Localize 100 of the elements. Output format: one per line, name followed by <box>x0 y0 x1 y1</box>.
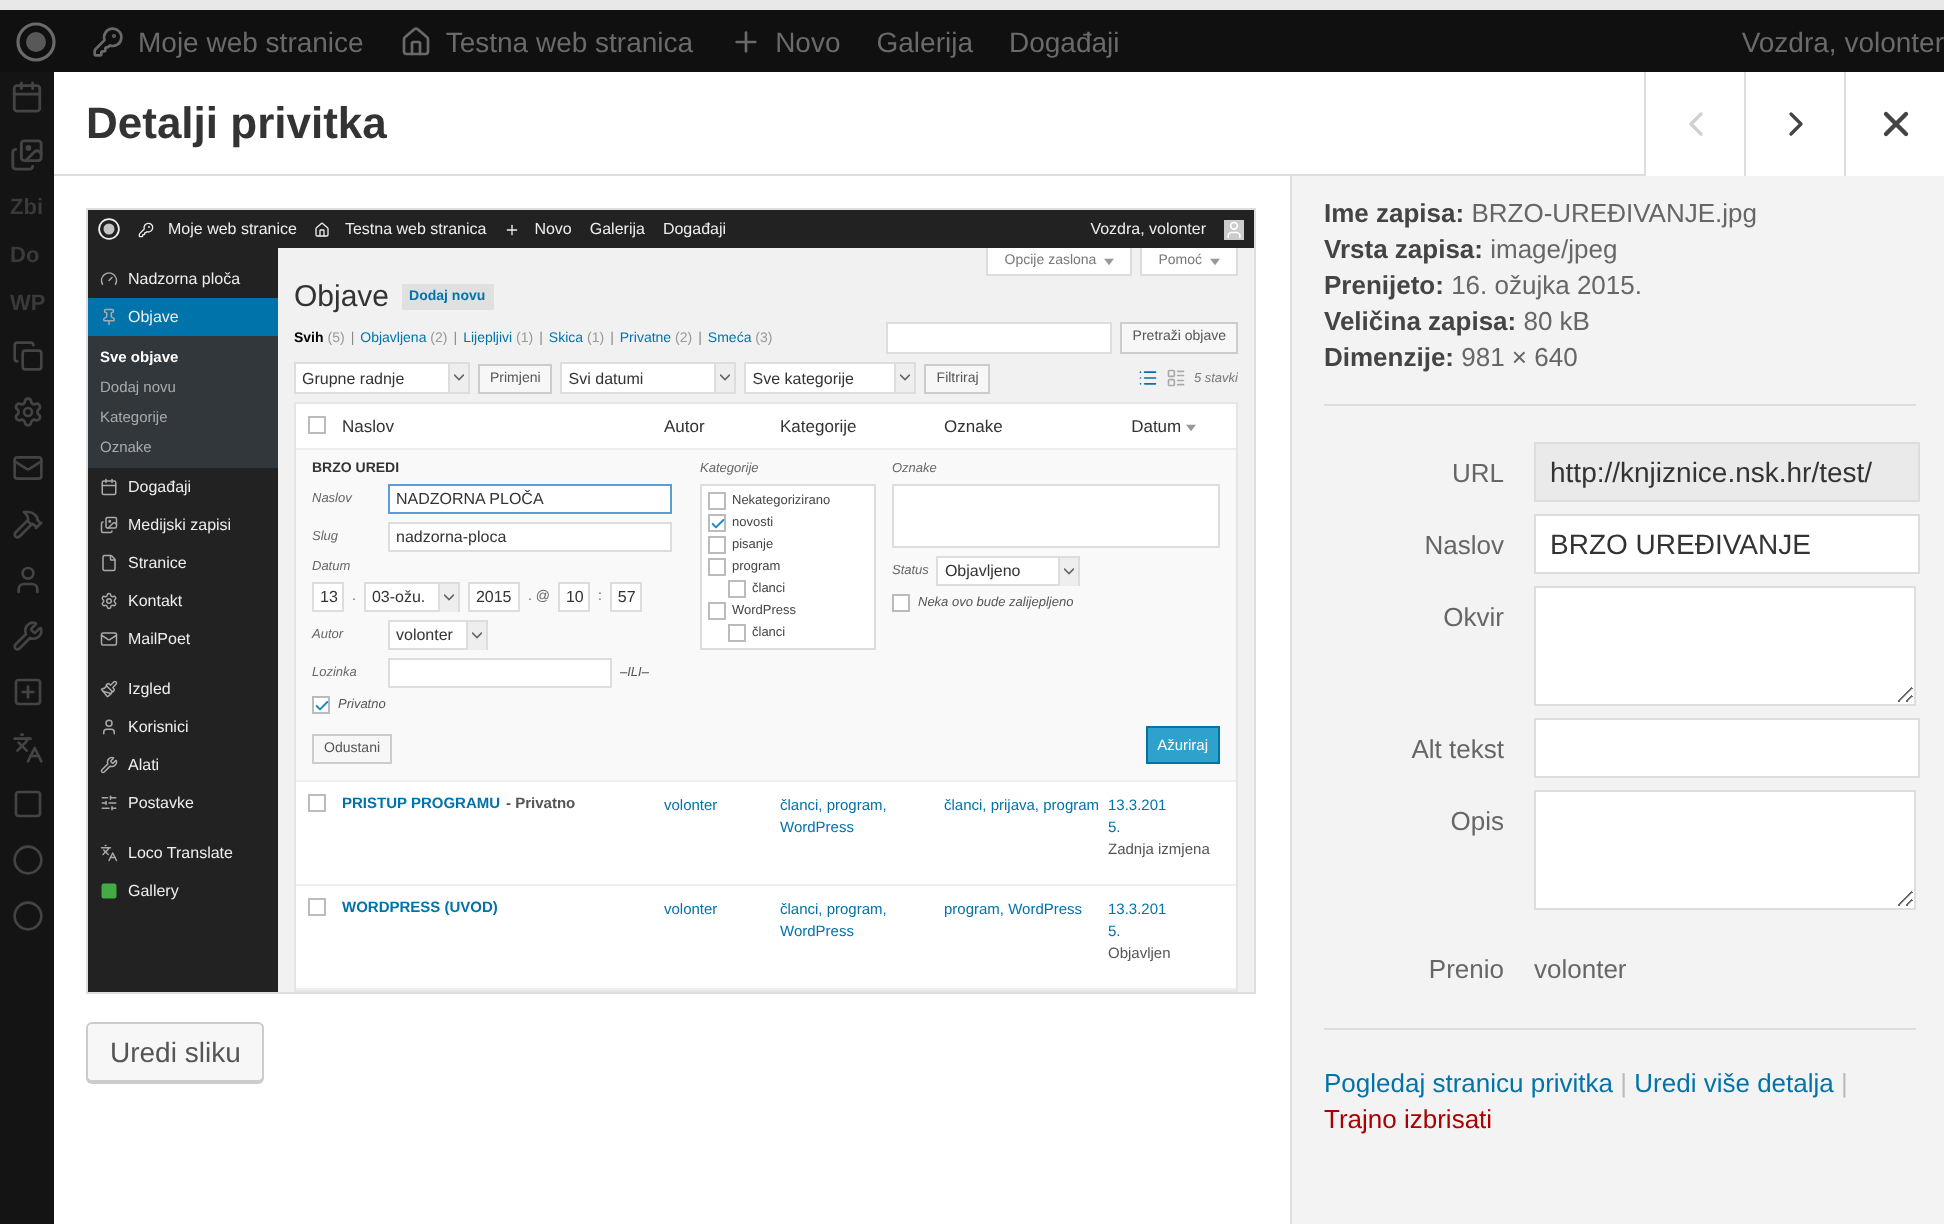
slug-field[interactable]: nadzorna-ploca <box>388 522 672 552</box>
menu-item[interactable]: Postavke <box>88 784 278 822</box>
menu-item[interactable]: Događaji <box>88 468 278 506</box>
menu-icon[interactable] <box>11 676 43 708</box>
caret-icon <box>1186 424 1196 432</box>
file-detail: Prenijeto: 16. ožujka 2015. <box>1324 268 1644 304</box>
toolbar-item[interactable]: Novo <box>729 25 841 57</box>
toolbar-item[interactable]: Galerija <box>876 25 973 57</box>
logo-icon <box>16 21 56 61</box>
menu-item[interactable]: Korisnici <box>88 708 278 746</box>
menu-icon[interactable] <box>11 788 43 820</box>
bulk-action-select[interactable]: Grupne radnje <box>294 362 470 394</box>
password-field[interactable] <box>388 658 612 688</box>
details-link[interactable]: Pogledaj stranicu privitka <box>1324 1068 1614 1098</box>
toolbar-item[interactable]: Novo <box>504 220 572 238</box>
toolbar-item[interactable]: Događaji <box>1009 25 1120 57</box>
separator-text: | <box>1620 1068 1628 1098</box>
delete-link[interactable]: Trajno izbrisati <box>1324 1104 1493 1134</box>
caret-icon <box>1104 257 1115 265</box>
category-select[interactable]: Sve kategorije <box>744 362 917 394</box>
key-icon <box>138 221 154 237</box>
search-field[interactable] <box>886 322 1113 354</box>
dropdown-caret-icon <box>466 621 486 649</box>
toolbar-item[interactable]: Testna web stranica <box>314 220 487 238</box>
menu-item[interactable]: Kontakt <box>88 582 278 620</box>
column-header[interactable]: Oznake <box>944 416 1108 436</box>
field-label: Opis <box>1448 804 1504 836</box>
edit-image-button[interactable]: Uredi sliku <box>86 1022 265 1082</box>
checkbox[interactable] <box>308 416 326 434</box>
key-icon <box>92 25 124 57</box>
menu-item[interactable]: Objave <box>88 298 278 336</box>
house-icon <box>314 221 331 237</box>
menu-icon[interactable] <box>10 138 44 172</box>
date-field[interactable]: 10 <box>557 582 590 612</box>
toolbar-greeting[interactable]: Vozdra, volonter <box>1741 25 1944 57</box>
menu-icon[interactable] <box>11 564 43 596</box>
checkbox[interactable] <box>312 696 330 714</box>
menu-icon[interactable] <box>11 396 43 428</box>
menu-icon[interactable] <box>11 508 43 540</box>
menu-item[interactable]: Stranice <box>88 544 278 582</box>
menu-icon[interactable] <box>11 340 43 372</box>
column-header[interactable]: Autor <box>664 416 780 436</box>
menu-icon[interactable] <box>11 620 43 652</box>
menu-icon[interactable] <box>11 732 43 764</box>
menu-icon[interactable] <box>11 844 43 876</box>
toolbar-item[interactable]: Moje web stranice <box>138 220 297 238</box>
field-label: Alt tekst <box>1409 732 1504 764</box>
dropdown-caret-icon <box>437 583 458 611</box>
details-link[interactable]: Uredi više detalja <box>1634 1068 1834 1098</box>
toolbar-greeting[interactable]: Vozdra, volonter <box>1090 220 1206 238</box>
toolbar-item[interactable]: Događaji <box>662 220 727 238</box>
field-label: Naslov <box>1422 528 1504 560</box>
toolbar-item[interactable]: Galerija <box>589 220 645 238</box>
status-select[interactable]: Objavljeno <box>936 556 1081 586</box>
menu-item[interactable]: Loco Translate <box>88 834 278 872</box>
menu-item[interactable]: Gallery <box>88 872 278 910</box>
menu-item[interactable]: MailPoet <box>88 620 278 658</box>
plus-icon <box>504 221 521 237</box>
column-header[interactable]: Naslov <box>342 416 664 436</box>
menu-item[interactable]: Nadzorna ploča <box>88 260 278 298</box>
date-select[interactable]: Svi datumi <box>560 362 737 394</box>
menu-icon <box>100 630 118 648</box>
text-field[interactable] <box>1534 718 1920 778</box>
close-button[interactable] <box>1844 71 1944 175</box>
file-detail: Veličina zapisa: 80 kB <box>1324 304 1592 340</box>
menu-icon[interactable] <box>10 80 44 114</box>
toolbar-item[interactable]: Testna web stranica <box>399 25 694 57</box>
textarea-field[interactable] <box>1534 586 1916 706</box>
dropdown-caret-icon <box>448 364 468 392</box>
checkbox[interactable] <box>892 594 910 612</box>
date-field[interactable]: 13 <box>312 582 344 612</box>
month-select[interactable]: 03-ožu. <box>363 582 460 612</box>
dropdown-caret-icon <box>894 364 915 392</box>
excerpt-view-icon[interactable] <box>1165 368 1186 388</box>
column-header[interactable]: Datum <box>1108 416 1196 436</box>
menu-item[interactable]: Medijski zapisi <box>88 506 278 544</box>
date-field[interactable]: 57 <box>609 582 642 612</box>
field-label: Prenio <box>1426 952 1504 984</box>
checkbox[interactable] <box>308 794 326 812</box>
house-icon <box>399 25 432 57</box>
checkbox[interactable] <box>308 898 326 916</box>
dropdown-caret-icon <box>714 364 735 392</box>
caret-icon <box>1210 257 1220 265</box>
author-select[interactable]: volonter <box>388 620 488 650</box>
date-field[interactable]: 2015 <box>467 582 520 612</box>
menu-item[interactable]: Izgled <box>88 670 278 708</box>
menu-icon[interactable] <box>11 452 43 484</box>
menu-item[interactable]: Alati <box>88 746 278 784</box>
url-field[interactable]: http://knjiznice.nsk.hr/test/ <box>1534 442 1920 502</box>
textarea-field[interactable] <box>1534 790 1916 910</box>
title-field[interactable]: NADZORNA PLOČA <box>388 484 672 514</box>
check-icon <box>709 515 725 531</box>
menu-icon[interactable] <box>11 900 43 932</box>
page-heading: Objave <box>294 280 390 314</box>
tags-textarea[interactable] <box>892 484 1220 548</box>
toolbar-item[interactable]: Moje web stranice <box>92 25 364 57</box>
menu-icon <box>100 478 118 496</box>
text-field[interactable]: BRZO UREĐIVANJE <box>1534 514 1920 574</box>
column-header[interactable]: Kategorije <box>780 416 944 436</box>
menu-icon <box>100 882 118 900</box>
